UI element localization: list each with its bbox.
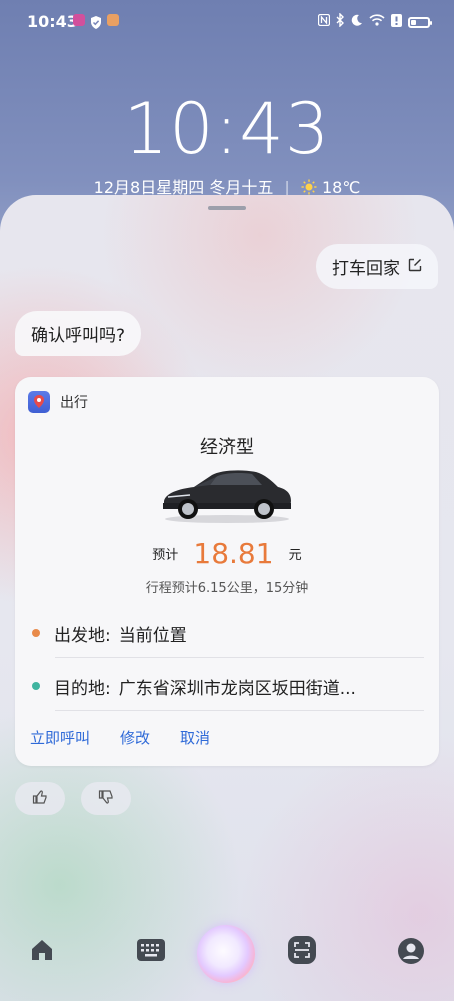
trip-info: 行程预计6.15公里，15分钟: [145, 581, 309, 596]
thumbs-up-button[interactable]: [15, 782, 65, 815]
bluetooth-icon: [336, 12, 345, 31]
destination-label: 目的地:: [54, 678, 111, 699]
status-bar: 10:43: [0, 0, 454, 40]
origin-label: 出发地:: [54, 625, 111, 646]
user-message-bubble[interactable]: 打车回家: [316, 244, 438, 289]
ride-card: 出行 经济型 预计 18.81 元 行程预计6.15公里，15分钟 出发地: 当…: [15, 377, 439, 766]
app-name: 出行: [60, 395, 88, 411]
battery-icon: [408, 16, 432, 28]
scan-icon[interactable]: [288, 936, 316, 968]
assistant-message-bubble: 确认呼叫吗?: [15, 311, 142, 356]
bottom-bar: [0, 920, 454, 990]
edit-button[interactable]: 修改: [120, 727, 150, 748]
keyboard-icon[interactable]: [137, 939, 165, 965]
user-message-text: 打车回家: [332, 259, 400, 279]
origin-dot: [32, 629, 40, 637]
divider: [55, 710, 424, 711]
alert-icon: [391, 13, 402, 31]
origin-value: 当前位置: [118, 625, 187, 646]
moon-icon: [351, 14, 363, 30]
shield-check-icon: [90, 14, 102, 33]
status-right-icons: [317, 12, 432, 31]
thumbs-down-icon: [98, 789, 114, 809]
message-icon: [107, 14, 119, 26]
sheet-drag-handle[interactable]: [208, 206, 246, 210]
thumbs-up-icon: [32, 789, 48, 809]
origin-row[interactable]: 出发地: 当前位置: [30, 615, 424, 651]
voice-assistant-orb[interactable]: [197, 925, 255, 983]
wifi-icon: [369, 14, 385, 30]
thumbs-down-button[interactable]: [81, 782, 131, 815]
nfc-icon: [317, 13, 331, 30]
card-header: 出行: [28, 391, 88, 413]
ride-app-icon: [28, 391, 50, 413]
destination-row[interactable]: 目的地: 广东省深圳市龙岗区坂田街道...: [30, 668, 424, 704]
lock-clock: 10:43: [123, 88, 331, 170]
call-now-button[interactable]: 立即呼叫: [30, 727, 90, 748]
status-left-icons: [73, 14, 119, 33]
car-type: 经济型: [200, 437, 254, 458]
assistant-sheet: 打车回家 确认呼叫吗? 出行 经济型 预计 18.81 元 行程预计6.15公里…: [0, 195, 454, 1001]
card-actions: 立即呼叫 修改 取消: [30, 727, 210, 748]
price-row: 预计 18.81 元: [15, 537, 439, 570]
price-amount: 18.81: [193, 537, 274, 570]
divider: [55, 657, 424, 658]
destination-value: 广东省深圳市龙岗区坂田街道...: [118, 678, 356, 699]
assistant-message-text: 确认呼叫吗?: [31, 326, 126, 346]
app-notification-icon: [73, 14, 85, 26]
price-label: 预计: [152, 548, 179, 563]
cancel-button[interactable]: 取消: [180, 727, 210, 748]
car-image: [160, 463, 294, 529]
price-unit: 元: [288, 548, 302, 563]
profile-icon[interactable]: [397, 937, 425, 969]
edit-icon[interactable]: [408, 257, 422, 277]
home-icon[interactable]: [29, 937, 55, 967]
status-time: 10:43: [27, 12, 78, 31]
destination-dot: [32, 682, 40, 690]
